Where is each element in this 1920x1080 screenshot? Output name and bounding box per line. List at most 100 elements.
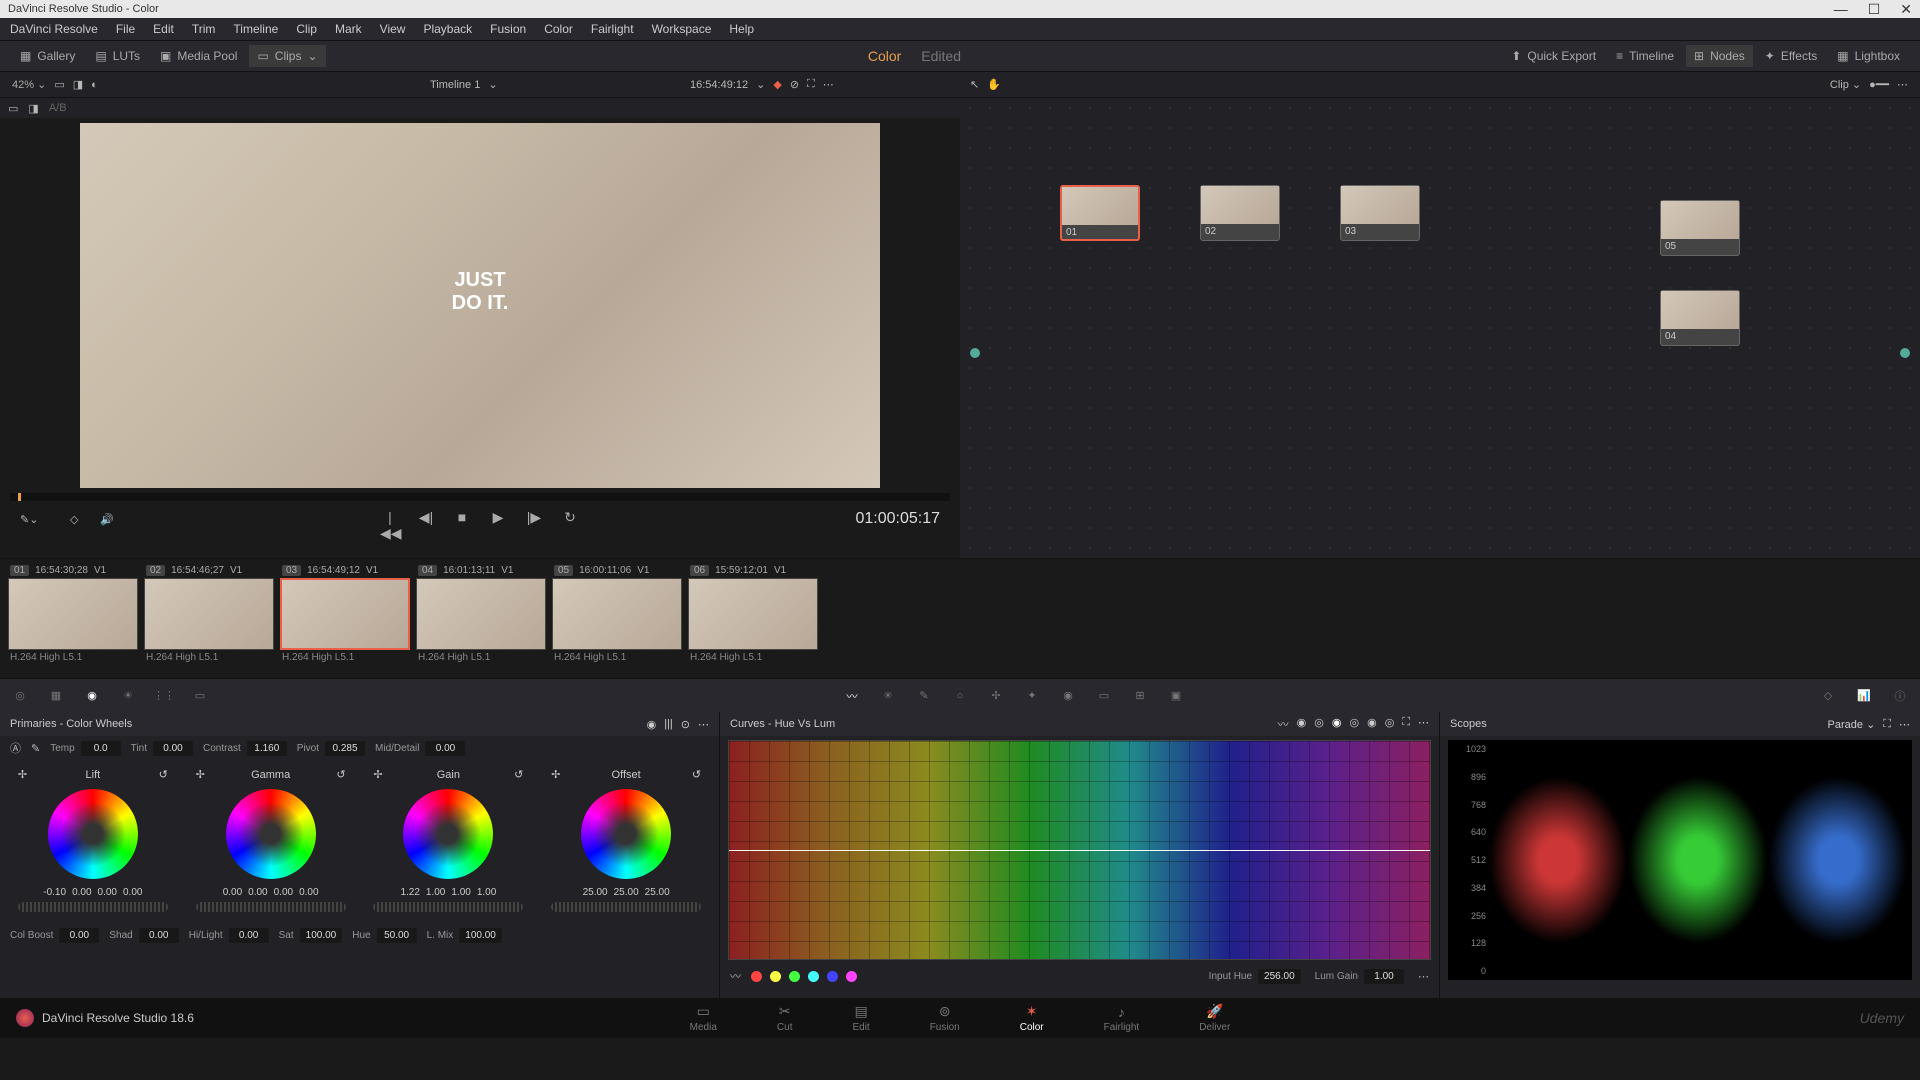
auto-balance-icon[interactable]: Ⓐ [10, 740, 21, 756]
curves-graph[interactable] [728, 740, 1431, 960]
bars-mode-icon[interactable]: ||| [664, 718, 673, 731]
minimize-icon[interactable]: — [1834, 1, 1848, 17]
curves-icon[interactable]: 〰 [842, 686, 862, 706]
picker-icon[interactable]: ✢ [551, 768, 560, 781]
page-edit[interactable]: ▤Edit [852, 1003, 869, 1033]
qualifier-icon[interactable]: ✎ [914, 686, 934, 706]
clip-item[interactable]: 0116:54:30;28V1H.264 High L5.1 [8, 563, 138, 674]
unmix-icon[interactable]: ◇ [70, 513, 78, 526]
hand-icon[interactable]: ✋ [987, 78, 1001, 91]
luts-button[interactable]: ▤LUTs [87, 45, 148, 67]
page-fairlight[interactable]: ♪Fairlight [1104, 1004, 1140, 1033]
chevron-down-icon[interactable]: ⌄ [756, 78, 765, 91]
menu-fusion[interactable]: Fusion [490, 22, 526, 36]
key-icon[interactable]: ▭ [1094, 686, 1114, 706]
reset-icon[interactable]: ↺ [692, 768, 701, 781]
info-icon[interactable]: ⓘ [1890, 686, 1910, 706]
hdr-wheels-icon[interactable]: ☀ [118, 686, 138, 706]
curve-custom-icon[interactable]: 〰 [1278, 716, 1289, 732]
node-zoom-slider[interactable]: ●━━ [1869, 78, 1889, 91]
stop-button[interactable]: ■ [452, 509, 472, 529]
mediapool-button[interactable]: ▣Media Pool [152, 45, 245, 67]
motion-effects-icon[interactable]: ▭ [190, 686, 210, 706]
mute-icon[interactable]: 🔊 [100, 513, 114, 526]
clip-item[interactable]: 0615:59:12;01V1H.264 High L5.1 [688, 563, 818, 674]
menu-timeline[interactable]: Timeline [233, 22, 278, 36]
red-dot[interactable] [751, 971, 762, 982]
middetail-value[interactable]: 0.00 [425, 741, 465, 756]
highlight-icon[interactable]: ◐ [91, 79, 98, 91]
spline-icon[interactable]: 〰 [730, 968, 741, 984]
picker-icon[interactable]: ✎ [31, 742, 40, 755]
scopes-icon[interactable]: 📊 [1854, 686, 1874, 706]
color-wheel[interactable] [581, 789, 671, 879]
node-03[interactable]: 03 [1340, 185, 1420, 241]
menu-davinci[interactable]: DaVinci Resolve [10, 22, 98, 36]
page-cut[interactable]: ✂Cut [777, 1003, 793, 1033]
playhead-timecode[interactable]: 01:00:05:17 [855, 510, 940, 528]
sizing-icon[interactable]: ⊞ [1130, 686, 1150, 706]
picker-icon[interactable]: ✎⌄ [20, 513, 38, 526]
menu-clip[interactable]: Clip [296, 22, 317, 36]
inputhue-value[interactable]: 256.00 [1258, 969, 1301, 984]
next-frame-button[interactable]: |▶ [524, 509, 544, 529]
magic-mask-icon[interactable]: ✦ [1022, 686, 1042, 706]
page-deliver[interactable]: 🚀Deliver [1199, 1003, 1230, 1033]
menu-view[interactable]: View [380, 22, 406, 36]
master-slider[interactable] [18, 902, 168, 912]
temp-value[interactable]: 0.0 [81, 741, 121, 756]
master-slider[interactable] [551, 902, 701, 912]
reset-icon[interactable]: ↺ [159, 768, 168, 781]
3d-icon[interactable]: ▣ [1166, 686, 1186, 706]
curve-huelum-icon[interactable]: ◉ [1332, 716, 1342, 732]
marker-icon[interactable]: ◆ [773, 78, 781, 91]
first-frame-button[interactable]: |◀◀ [380, 509, 400, 529]
camera-raw-icon[interactable]: ◎ [10, 686, 30, 706]
color-wheel[interactable] [48, 789, 138, 879]
menu-mark[interactable]: Mark [335, 22, 362, 36]
more-icon[interactable]: ⋯ [823, 78, 834, 91]
menu-help[interactable]: Help [729, 22, 754, 36]
prev-frame-button[interactable]: ◀| [416, 509, 436, 529]
play-button[interactable]: ▶ [488, 509, 508, 529]
green-dot[interactable] [789, 971, 800, 982]
window-icon[interactable]: ○ [950, 686, 970, 706]
node-graph[interactable]: 0102030504 [960, 98, 1920, 558]
clip-item[interactable]: 0216:54:46;27V1H.264 High L5.1 [144, 563, 274, 674]
pointer-icon[interactable]: ↖ [970, 78, 979, 91]
color-wheel[interactable] [403, 789, 493, 879]
sat-value[interactable]: 100.00 [300, 928, 343, 943]
keyframe-icon[interactable]: ◇ [1818, 686, 1838, 706]
picker-icon[interactable]: ✢ [196, 768, 205, 781]
clip-item[interactable]: 0516:00:11;06V1H.264 High L5.1 [552, 563, 682, 674]
page-fusion[interactable]: ⊚Fusion [930, 1003, 960, 1033]
gallery-button[interactable]: ▦Gallery [12, 45, 83, 67]
timeline-button[interactable]: ≡Timeline [1608, 45, 1682, 67]
hue-value[interactable]: 50.00 [377, 928, 417, 943]
more-icon[interactable]: ⋯ [698, 718, 709, 731]
tint-value[interactable]: 0.00 [153, 741, 193, 756]
menu-color[interactable]: Color [544, 22, 573, 36]
picker-icon[interactable]: ✢ [373, 768, 382, 781]
yellow-dot[interactable] [770, 971, 781, 982]
expand-icon[interactable]: ⛶ [1402, 716, 1410, 732]
reset-icon[interactable]: ↺ [336, 768, 345, 781]
close-icon[interactable]: ✕ [1900, 1, 1912, 18]
loop-button[interactable]: ↻ [560, 509, 580, 529]
curve-satlum-icon[interactable]: ◎ [1385, 716, 1395, 732]
graph-output[interactable] [1900, 348, 1910, 358]
effects-button[interactable]: ✦Effects [1757, 45, 1826, 67]
curve-huehue-icon[interactable]: ◉ [1297, 716, 1307, 732]
view-mode-icon[interactable]: ▭ [54, 78, 64, 91]
menu-workspace[interactable]: Workspace [652, 22, 712, 36]
rgb-mixer-icon[interactable]: ⋮⋮ [154, 686, 174, 706]
zoom-dropdown[interactable]: 42% ⌄ [12, 78, 46, 91]
hilight-value[interactable]: 0.00 [229, 928, 269, 943]
menu-file[interactable]: File [116, 22, 135, 36]
node-04[interactable]: 04 [1660, 290, 1740, 346]
colboost-value[interactable]: 0.00 [59, 928, 99, 943]
bypass-icon[interactable]: ⊘ [790, 78, 799, 91]
lumgain-value[interactable]: 1.00 [1364, 969, 1404, 984]
clip-mode-dropdown[interactable]: Clip ⌄ [1830, 78, 1861, 91]
clip-item[interactable]: 0416:01:13;11V1H.264 High L5.1 [416, 563, 546, 674]
